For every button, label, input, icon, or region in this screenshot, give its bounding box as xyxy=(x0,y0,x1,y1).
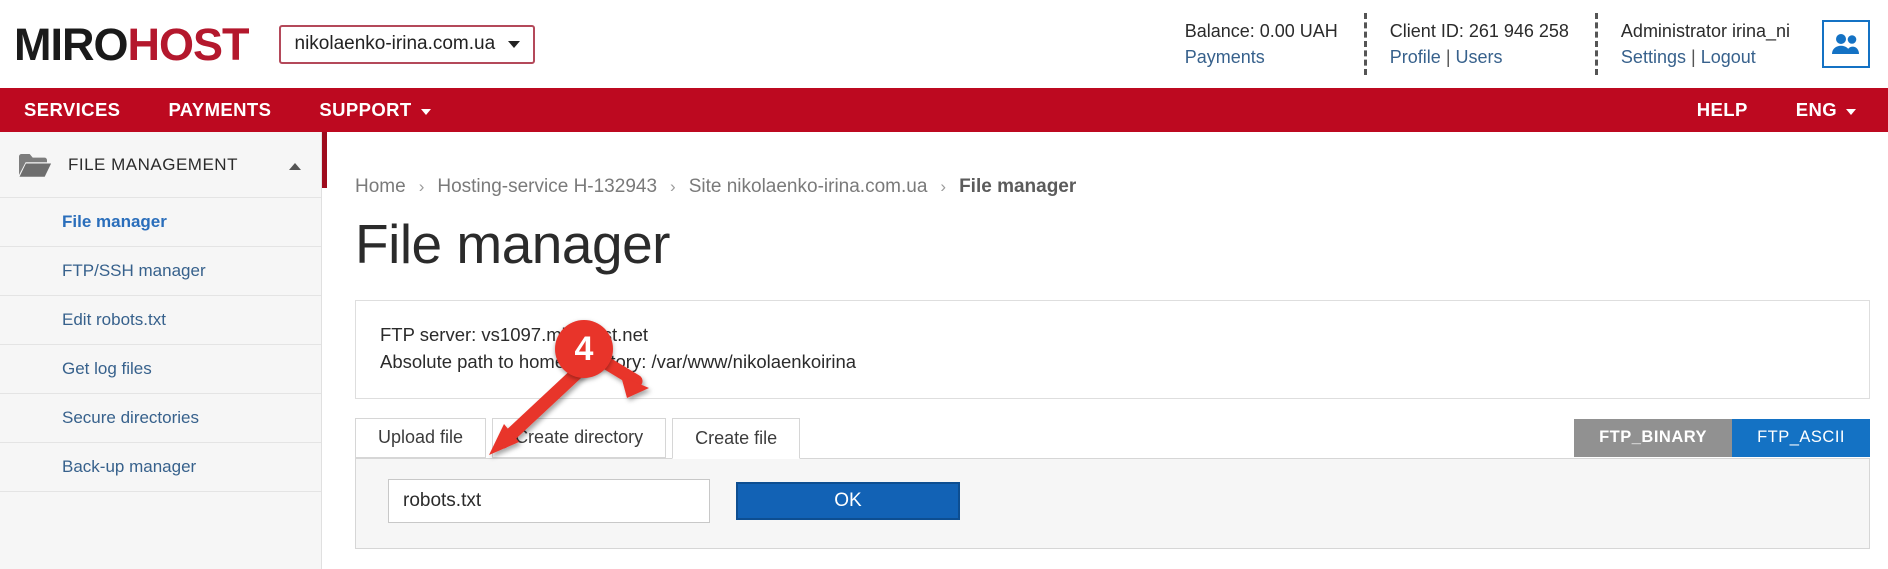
nav-item-services[interactable]: SERVICES xyxy=(0,88,144,132)
tab-upload-file[interactable]: Upload file xyxy=(355,417,487,458)
nav-right-group: HELP ENG xyxy=(1673,88,1880,132)
tab-label: Create file xyxy=(695,427,778,448)
chevron-up-icon[interactable] xyxy=(289,162,301,170)
create-file-panel: OK xyxy=(355,458,1870,549)
sidebar-item-file-manager[interactable]: File manager xyxy=(0,198,321,247)
page-body: FILE MANAGEMENT File manager FTP/SSH man… xyxy=(0,132,1888,569)
chevron-down-icon xyxy=(1846,108,1856,115)
sidebar-item-label: Back-up manager xyxy=(62,457,197,476)
domain-selector[interactable]: nikolaenko-irina.com.ua xyxy=(278,24,536,64)
users-icon-button[interactable] xyxy=(1822,20,1870,68)
breadcrumb-item-home[interactable]: Home xyxy=(355,176,406,198)
breadcrumb-item-site[interactable]: Site nikolaenko-irina.com.ua xyxy=(689,176,928,198)
nav-item-label: SERVICES xyxy=(24,99,121,120)
sidebar-item-get-log-files[interactable]: Get log files xyxy=(0,345,321,394)
header-account-area: Balance: 0.00 UAH Payments Client ID: 26… xyxy=(1159,0,1888,88)
sidebar-item-label: Edit robots.txt xyxy=(62,310,166,329)
nav-left-group: SERVICES PAYMENTS SUPPORT xyxy=(0,88,455,132)
top-header: MIROHOST nikolaenko-irina.com.ua Balance… xyxy=(0,0,1888,88)
domain-selector-value: nikolaenko-irina.com.ua xyxy=(294,33,496,54)
ftp-binary-button[interactable]: FTP_BINARY xyxy=(1574,418,1733,457)
breadcrumb-separator-icon: › xyxy=(670,177,676,196)
sidebar-item-edit-robots-txt[interactable]: Edit robots.txt xyxy=(0,296,321,345)
nav-item-payments[interactable]: PAYMENTS xyxy=(144,88,295,132)
main-navigation: SERVICES PAYMENTS SUPPORT HELP ENG xyxy=(0,88,1888,132)
nav-item-label: ENG xyxy=(1795,99,1837,120)
transfer-mode-buttons: FTP_BINARY FTP_ASCII xyxy=(1574,418,1870,457)
mirohost-logo[interactable]: MIROHOST xyxy=(14,18,250,70)
logout-link[interactable]: Logout xyxy=(1701,47,1756,67)
balance-label: Balance: 0.00 UAH xyxy=(1184,20,1338,41)
sidebar: FILE MANAGEMENT File manager FTP/SSH man… xyxy=(0,132,322,569)
link-separator: | xyxy=(1690,46,1696,67)
ftp-ascii-label: FTP_ASCII xyxy=(1757,428,1845,446)
ok-button[interactable]: OK xyxy=(736,482,960,520)
nav-item-support[interactable]: SUPPORT xyxy=(295,88,454,132)
balance-block: Balance: 0.00 UAH Payments xyxy=(1159,13,1364,75)
administrator-label: Administrator irina_ni xyxy=(1620,20,1790,41)
sidebar-item-ftp-ssh-manager[interactable]: FTP/SSH manager xyxy=(0,247,321,296)
administrator-block: Administrator irina_ni Settings | Logout xyxy=(1594,13,1816,75)
ftp-ascii-button[interactable]: FTP_ASCII xyxy=(1732,418,1870,457)
users-link[interactable]: Users xyxy=(1456,47,1503,67)
tab-label: Create directory xyxy=(515,427,644,447)
sidebar-section-file-management[interactable]: FILE MANAGEMENT xyxy=(0,132,321,198)
tab-create-directory[interactable]: Create directory xyxy=(492,417,667,458)
sidebar-item-back-up-manager[interactable]: Back-up manager xyxy=(0,443,321,492)
sidebar-item-label: File manager xyxy=(62,212,167,231)
breadcrumb-separator-icon: › xyxy=(940,177,947,196)
client-id-label: Client ID: 261 946 258 xyxy=(1389,20,1569,41)
sidebar-item-label: Secure directories xyxy=(62,408,200,427)
nav-item-label: PAYMENTS xyxy=(168,99,272,120)
nav-item-label: HELP xyxy=(1696,99,1748,120)
logo-text-host: HOST xyxy=(127,18,250,70)
client-id-block: Client ID: 261 946 258 Profile | Users xyxy=(1363,13,1595,75)
logo-text-miro: MIRO xyxy=(14,18,128,70)
settings-link[interactable]: Settings xyxy=(1621,47,1686,67)
page-title: File manager xyxy=(355,213,670,275)
ftp-info-box: FTP server: vs1097.mirohost.net Absolute… xyxy=(355,299,1870,399)
ftp-server-line: FTP server: vs1097.mirohost.net xyxy=(380,323,649,345)
tab-create-file[interactable]: Create file xyxy=(672,417,801,459)
folder-icon xyxy=(18,152,52,178)
sidebar-item-label: FTP/SSH manager xyxy=(62,261,206,280)
sidebar-item-label: Get log files xyxy=(62,359,152,378)
users-icon xyxy=(1832,34,1859,54)
main-content: Home › Hosting-service H-132943 › Site n… xyxy=(322,132,1888,569)
sidebar-item-secure-directories[interactable]: Secure directories xyxy=(0,394,321,443)
home-directory-line: Absolute path to home directory: /var/ww… xyxy=(380,351,857,373)
nav-item-language[interactable]: ENG xyxy=(1772,88,1880,132)
sidebar-section-label: FILE MANAGEMENT xyxy=(68,154,238,174)
chevron-down-icon xyxy=(508,41,521,48)
breadcrumb-item-hosting-service[interactable]: Hosting-service H-132943 xyxy=(437,176,657,198)
link-separator: | xyxy=(1445,46,1451,67)
nav-item-label: SUPPORT xyxy=(319,99,412,120)
breadcrumb-separator-icon: › xyxy=(418,177,425,196)
breadcrumb: Home › Hosting-service H-132943 › Site n… xyxy=(355,132,1888,198)
breadcrumb-item-current: File manager xyxy=(959,176,1077,197)
profile-link[interactable]: Profile xyxy=(1390,47,1441,67)
nav-item-help[interactable]: HELP xyxy=(1673,88,1772,132)
ftp-binary-label: FTP_BINARY xyxy=(1599,428,1708,446)
tab-label: Upload file xyxy=(378,427,464,447)
filename-input[interactable] xyxy=(388,479,710,523)
chevron-down-icon xyxy=(420,108,431,115)
payments-link[interactable]: Payments xyxy=(1185,47,1265,67)
tabs-row: Upload file Create directory Create file… xyxy=(355,417,1870,459)
